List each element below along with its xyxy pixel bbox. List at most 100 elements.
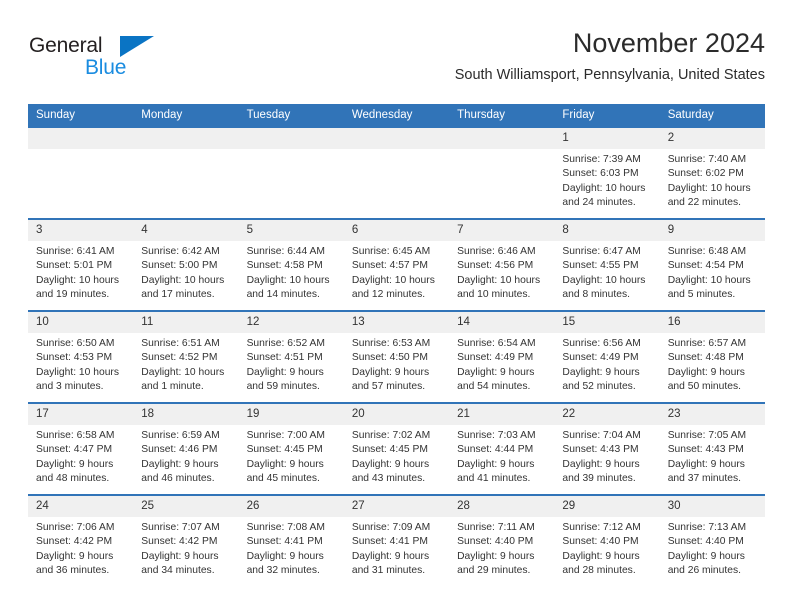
calendar-day-cell[interactable]: 16 Sunrise: 6:57 AM Sunset: 4:48 PM Dayligh… (659, 310, 765, 403)
daylight-duration-line2: and 43 minutes. (351, 473, 426, 485)
calendar-day-cell[interactable]: 1 Sunrise: 7:39 AM Sunset: 6:03 PM Daylight… (554, 126, 660, 219)
daylight-duration-line1: Daylight: 10 hours (36, 274, 119, 286)
day-cell-content: 15 Sunrise: 6:56 AM Sunset: 4:49 PM Dayligh… (554, 312, 660, 402)
daylight-duration-line2: and 8 minutes. (562, 289, 630, 301)
daylight-duration-line2: and 24 minutes. (562, 197, 636, 209)
sunrise-time: Sunrise: 6:41 AM (36, 246, 115, 257)
calendar-page: General Blue November 2024 South William… (0, 0, 792, 612)
day-number: 1 (554, 128, 660, 149)
sunrise-time: Sunrise: 7:02 AM (351, 430, 431, 441)
daylight-duration-line2: and 17 minutes. (141, 289, 215, 301)
calendar-day-cell[interactable]: 4 Sunrise: 6:42 AM Sunset: 5:00 PM Daylight… (133, 218, 239, 311)
calendar-day-cell[interactable]: 11 Sunrise: 6:51 AM Sunset: 4:52 PM Dayligh… (133, 310, 239, 403)
calendar-day-cell[interactable]: 27 Sunrise: 7:09 AM Sunset: 4:41 PM Dayligh… (343, 494, 450, 587)
day-sun-info: Sunrise: 7:09 AM Sunset: 4:41 PM Daylight:… (344, 517, 449, 579)
day-number: 28 (449, 496, 555, 517)
calendar-day-cell[interactable]: 29 Sunrise: 7:12 AM Sunset: 4:40 PM Dayligh… (554, 494, 660, 587)
sunset-time: Sunset: 5:00 PM (141, 260, 218, 272)
title-block: November 2024 South Williamsport, Pennsy… (455, 26, 765, 84)
calendar-day-cell[interactable]: 19 Sunrise: 7:00 AM Sunset: 4:45 PM Dayligh… (238, 402, 344, 495)
daylight-duration-line1: Daylight: 9 hours (246, 366, 324, 378)
calendar-day-cell[interactable]: 20 Sunrise: 7:02 AM Sunset: 4:45 PM Dayligh… (343, 402, 450, 495)
day-sun-info: Sunrise: 6:57 AM Sunset: 4:48 PM Daylight:… (660, 333, 765, 395)
day-cell-content: 11 Sunrise: 6:51 AM Sunset: 4:52 PM Dayligh… (133, 312, 239, 402)
day-sun-info: Sunrise: 7:12 AM Sunset: 4:40 PM Daylight:… (554, 517, 659, 579)
calendar-day-cell-empty (343, 126, 450, 219)
day-sun-info: Sunrise: 6:54 AM Sunset: 4:49 PM Daylight:… (449, 333, 554, 395)
calendar-day-cell[interactable]: 28 Sunrise: 7:11 AM Sunset: 4:40 PM Dayligh… (449, 494, 555, 587)
calendar-day-cell[interactable]: 5 Sunrise: 6:44 AM Sunset: 4:58 PM Daylight… (238, 218, 344, 311)
day-sun-info: Sunrise: 6:48 AM Sunset: 4:54 PM Daylight:… (660, 241, 765, 303)
day-sun-info (133, 149, 238, 153)
day-number: 17 (28, 404, 134, 425)
sunrise-time: Sunrise: 6:47 AM (562, 246, 641, 257)
calendar-day-cell[interactable]: 8 Sunrise: 6:47 AM Sunset: 4:55 PM Daylight… (554, 218, 660, 311)
calendar-day-cell[interactable]: 23 Sunrise: 7:05 AM Sunset: 4:43 PM Dayligh… (659, 402, 765, 495)
daylight-duration-line2: and 36 minutes. (36, 565, 110, 577)
page-header: General Blue November 2024 South William… (28, 26, 765, 98)
day-sun-info: Sunrise: 6:52 AM Sunset: 4:51 PM Daylight:… (239, 333, 344, 395)
calendar-day-cell[interactable]: 26 Sunrise: 7:08 AM Sunset: 4:41 PM Dayligh… (238, 494, 344, 587)
sunset-time: Sunset: 4:40 PM (457, 536, 534, 548)
sunset-time: Sunset: 4:41 PM (351, 536, 428, 548)
calendar-day-cell[interactable]: 14 Sunrise: 6:54 AM Sunset: 4:49 PM Dayligh… (449, 310, 555, 403)
sunset-time: Sunset: 4:40 PM (562, 536, 639, 548)
weekday-header-saturday: Saturday (659, 104, 765, 127)
day-cell-content: 28 Sunrise: 7:11 AM Sunset: 4:40 PM Dayligh… (449, 496, 555, 587)
daylight-duration-line1: Daylight: 10 hours (562, 274, 646, 286)
calendar-day-cell[interactable]: 18 Sunrise: 6:59 AM Sunset: 4:46 PM Dayligh… (133, 402, 239, 495)
day-sun-info: Sunrise: 7:07 AM Sunset: 4:42 PM Daylight:… (133, 517, 238, 579)
day-number: 5 (238, 220, 344, 241)
sunset-time: Sunset: 4:57 PM (351, 260, 428, 272)
calendar-day-cell[interactable]: 25 Sunrise: 7:07 AM Sunset: 4:42 PM Dayligh… (133, 494, 239, 587)
calendar-day-cell[interactable]: 3 Sunrise: 6:41 AM Sunset: 5:01 PM Daylight… (28, 218, 134, 311)
day-cell-content: 25 Sunrise: 7:07 AM Sunset: 4:42 PM Dayligh… (133, 496, 239, 587)
brand-logo[interactable]: General Blue (28, 34, 158, 80)
day-cell-content: 8 Sunrise: 6:47 AM Sunset: 4:55 PM Daylight… (554, 220, 660, 310)
calendar-day-cell[interactable]: 13 Sunrise: 6:53 AM Sunset: 4:50 PM Dayligh… (343, 310, 450, 403)
daylight-duration-line1: Daylight: 10 hours (457, 274, 541, 286)
calendar-day-cell[interactable]: 12 Sunrise: 6:52 AM Sunset: 4:51 PM Dayligh… (238, 310, 344, 403)
calendar-day-cell[interactable]: 10 Sunrise: 6:50 AM Sunset: 4:53 PM Dayligh… (28, 310, 134, 403)
sunrise-time: Sunrise: 6:42 AM (141, 246, 220, 257)
day-number (238, 128, 344, 149)
calendar-day-cell[interactable]: 22 Sunrise: 7:04 AM Sunset: 4:43 PM Dayligh… (554, 402, 660, 495)
sunrise-time: Sunrise: 7:06 AM (36, 522, 115, 533)
day-cell-content: 6 Sunrise: 6:45 AM Sunset: 4:57 PM Daylight… (343, 220, 450, 310)
calendar-day-cell[interactable]: 30 Sunrise: 7:13 AM Sunset: 4:40 PM Dayligh… (659, 494, 765, 587)
day-sun-info: Sunrise: 7:08 AM Sunset: 4:41 PM Daylight:… (239, 517, 344, 579)
sunrise-time: Sunrise: 6:56 AM (562, 338, 641, 349)
calendar-day-cell[interactable]: 24 Sunrise: 7:06 AM Sunset: 4:42 PM Dayligh… (28, 494, 134, 587)
daylight-duration-line1: Daylight: 9 hours (141, 550, 219, 562)
sunset-time: Sunset: 4:51 PM (246, 352, 323, 364)
calendar-body: 1 Sunrise: 7:39 AM Sunset: 6:03 PM Daylight… (28, 126, 765, 587)
sunrise-time: Sunrise: 6:53 AM (351, 338, 431, 349)
calendar-day-cell[interactable]: 9 Sunrise: 6:48 AM Sunset: 4:54 PM Daylight… (659, 218, 765, 311)
day-sun-info: Sunrise: 6:45 AM Sunset: 4:57 PM Daylight:… (344, 241, 449, 303)
day-cell-content: 19 Sunrise: 7:00 AM Sunset: 4:45 PM Dayligh… (238, 404, 344, 494)
sunset-time: Sunset: 5:01 PM (36, 260, 113, 272)
day-number: 4 (133, 220, 239, 241)
weekday-header-monday: Monday (133, 104, 239, 127)
calendar-day-cell[interactable]: 17 Sunrise: 6:58 AM Sunset: 4:47 PM Dayligh… (28, 402, 134, 495)
sunrise-time: Sunrise: 6:52 AM (246, 338, 325, 349)
calendar-day-cell[interactable]: 21 Sunrise: 7:03 AM Sunset: 4:44 PM Dayligh… (449, 402, 555, 495)
calendar-day-cell[interactable]: 7 Sunrise: 6:46 AM Sunset: 4:56 PM Daylight… (449, 218, 555, 311)
day-number: 9 (659, 220, 765, 241)
daylight-duration-line2: and 54 minutes. (457, 381, 531, 393)
calendar-day-cell[interactable]: 15 Sunrise: 6:56 AM Sunset: 4:49 PM Dayligh… (554, 310, 660, 403)
weekday-header-thursday: Thursday (449, 104, 555, 127)
calendar-day-cell[interactable]: 2 Sunrise: 7:40 AM Sunset: 6:02 PM Daylight… (659, 126, 765, 219)
day-cell-content: 17 Sunrise: 6:58 AM Sunset: 4:47 PM Dayligh… (28, 404, 134, 494)
day-sun-info: Sunrise: 6:58 AM Sunset: 4:47 PM Daylight:… (28, 425, 133, 487)
day-number: 23 (659, 404, 765, 425)
calendar-day-cell[interactable]: 6 Sunrise: 6:45 AM Sunset: 4:57 PM Daylight… (343, 218, 450, 311)
calendar-grid: Sunday Monday Tuesday Wednesday Thursday… (28, 104, 765, 587)
sunrise-time: Sunrise: 7:08 AM (246, 522, 325, 533)
daylight-duration-line2: and 1 minute. (141, 381, 204, 393)
weekday-header-wednesday: Wednesday (343, 104, 450, 127)
sunset-time: Sunset: 4:44 PM (457, 444, 534, 456)
sunset-time: Sunset: 4:40 PM (667, 536, 744, 548)
daylight-duration-line2: and 14 minutes. (246, 289, 320, 301)
sunrise-time: Sunrise: 7:13 AM (667, 522, 747, 533)
